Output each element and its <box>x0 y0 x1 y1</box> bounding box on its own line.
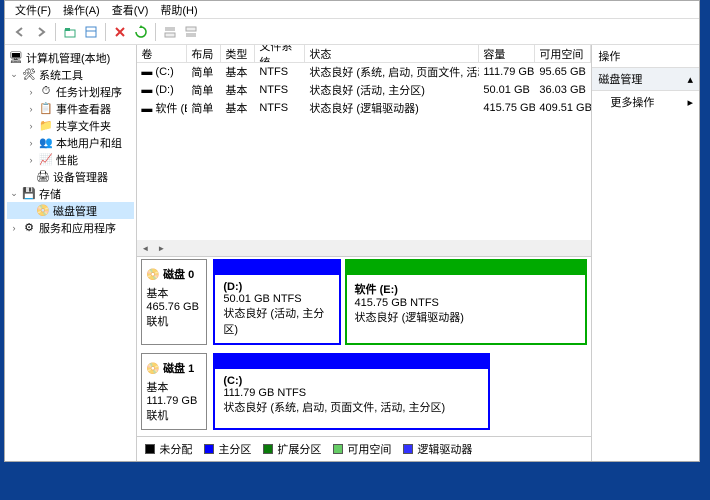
col-vol[interactable]: 卷 <box>137 45 187 62</box>
actions-category[interactable]: 磁盘管理▴ <box>592 68 699 91</box>
h-scrollbar[interactable] <box>137 240 591 256</box>
menu-action[interactable]: 操作(A) <box>59 2 104 18</box>
expander-icon[interactable]: › <box>26 138 36 148</box>
col-status[interactable]: 状态 <box>305 45 479 62</box>
expander-icon[interactable]: › <box>26 121 36 131</box>
event-icon: 📋 <box>39 102 53 116</box>
volume-icon: ▬ <box>141 66 152 78</box>
storage-icon: 💾 <box>22 187 36 201</box>
disk-row-1: 📀磁盘 1 基本111.79 GB联机 (C:)111.79 GB NTFS状态… <box>141 353 587 430</box>
swatch-logical <box>403 444 413 454</box>
partition-e[interactable]: 软件 (E:)415.75 GB NTFS状态良好 (逻辑驱动器) <box>345 259 588 345</box>
col-layout[interactable]: 布局 <box>187 45 221 62</box>
grid-row[interactable]: ▬ (D:)简单基本NTFS状态良好 (活动, 主分区)50.01 GB36.0… <box>137 81 591 99</box>
menu-file[interactable]: 文件(F) <box>11 2 55 18</box>
tree-shared[interactable]: ›📁共享文件夹 <box>7 117 134 134</box>
expander-icon[interactable]: › <box>26 87 36 97</box>
center-pane: 卷 布局 类型 文件系统 状态 容量 可用空间 ▬ (C:)简单基本NTFS状态… <box>137 45 592 461</box>
partition-d[interactable]: (D:)50.01 GB NTFS状态良好 (活动, 主分区) <box>213 259 340 345</box>
refresh-button[interactable] <box>132 23 150 41</box>
tree-event[interactable]: ›📋事件查看器 <box>7 100 134 117</box>
expander-icon[interactable]: › <box>9 223 19 233</box>
grid-row[interactable]: ▬ 软件 (E:)简单基本NTFS状态良好 (逻辑驱动器)415.75 GB40… <box>137 99 591 117</box>
expander-icon[interactable]: › <box>26 104 36 114</box>
tree-services[interactable]: ›⚙服务和应用程序 <box>7 219 134 236</box>
view-button[interactable] <box>82 23 100 41</box>
collapse-icon: ▴ <box>687 73 693 86</box>
actions-more[interactable]: 更多操作▸ <box>592 91 699 113</box>
volume-icon: ▬ <box>141 103 152 115</box>
mmc-window: 文件(F) 操作(A) 查看(V) 帮助(H) 🖥计算机管理(本地) ⌄🛠系统工… <box>4 0 700 462</box>
col-fs[interactable]: 文件系统 <box>255 45 305 62</box>
perf-icon: 📈 <box>39 153 53 167</box>
expander-icon[interactable]: › <box>26 155 36 165</box>
legend: 未分配 主分区 扩展分区 可用空间 逻辑驱动器 <box>137 436 591 461</box>
users-icon: 👥 <box>39 136 53 150</box>
tree-perf[interactable]: ›📈性能 <box>7 151 134 168</box>
col-cap[interactable]: 容量 <box>479 45 535 62</box>
disk-row-0: 📀磁盘 0 基本465.76 GB联机 (D:)50.01 GB NTFS状态良… <box>141 259 587 345</box>
tree-devmgr[interactable]: 🖨设备管理器 <box>7 168 134 185</box>
list-bottom-icon[interactable] <box>182 23 200 41</box>
tree-storage[interactable]: ⌄💾存储 <box>7 185 134 202</box>
disk-icon: 📀 <box>36 204 50 218</box>
nav-tree[interactable]: 🖥计算机管理(本地) ⌄🛠系统工具 ›⏱任务计划程序 ›📋事件查看器 ›📁共享文… <box>5 45 137 461</box>
volume-grid[interactable]: 卷 布局 类型 文件系统 状态 容量 可用空间 ▬ (C:)简单基本NTFS状态… <box>137 45 591 257</box>
disk-icon: 📀 <box>146 362 160 375</box>
folder-icon: 📁 <box>39 119 53 133</box>
tree-users[interactable]: ›👥本地用户和组 <box>7 134 134 151</box>
disk-label[interactable]: 📀磁盘 1 基本111.79 GB联机 <box>141 353 207 430</box>
disk-label[interactable]: 📀磁盘 0 基本465.76 GB联机 <box>141 259 207 345</box>
main-area: 🖥计算机管理(本地) ⌄🛠系统工具 ›⏱任务计划程序 ›📋事件查看器 ›📁共享文… <box>5 45 699 461</box>
device-icon: 🖨 <box>36 170 50 184</box>
expander-icon[interactable]: ⌄ <box>9 69 19 80</box>
services-icon: ⚙ <box>22 221 36 235</box>
swatch-primary <box>204 444 214 454</box>
volume-icon: ▬ <box>141 84 152 96</box>
up-button[interactable] <box>61 23 79 41</box>
grid-row[interactable]: ▬ (C:)简单基本NTFS状态良好 (系统, 启动, 页面文件, 活动, 主分… <box>137 63 591 81</box>
forward-button[interactable] <box>32 23 50 41</box>
actions-pane: 操作 磁盘管理▴ 更多操作▸ <box>592 45 699 461</box>
partition-bar <box>215 355 488 369</box>
tools-icon: 🛠 <box>22 68 36 82</box>
swatch-extended <box>263 444 273 454</box>
menu-view[interactable]: 查看(V) <box>108 2 153 18</box>
tree-diskmgmt[interactable]: 📀磁盘管理 <box>7 202 134 219</box>
actions-title: 操作 <box>592 45 699 68</box>
partition-c[interactable]: (C:)111.79 GB NTFS状态良好 (系统, 启动, 页面文件, 活动… <box>213 353 490 430</box>
delete-button[interactable] <box>111 23 129 41</box>
grid-header[interactable]: 卷 布局 类型 文件系统 状态 容量 可用空间 <box>137 45 591 63</box>
expander-icon[interactable]: ⌄ <box>9 188 19 199</box>
back-button[interactable] <box>11 23 29 41</box>
tree-task[interactable]: ›⏱任务计划程序 <box>7 83 134 100</box>
col-type[interactable]: 类型 <box>221 45 255 62</box>
swatch-free <box>333 444 343 454</box>
computer-icon: 🖥 <box>9 51 23 65</box>
swatch-unalloc <box>145 444 155 454</box>
list-top-icon[interactable] <box>161 23 179 41</box>
tree-systools[interactable]: ⌄🛠系统工具 <box>7 66 134 83</box>
partition-bar <box>215 261 338 275</box>
tree-root[interactable]: 🖥计算机管理(本地) <box>7 49 134 66</box>
toolbar <box>5 19 699 45</box>
menubar: 文件(F) 操作(A) 查看(V) 帮助(H) <box>5 1 699 19</box>
disk-icon: 📀 <box>146 268 160 281</box>
chevron-right-icon: ▸ <box>687 96 693 109</box>
menu-help[interactable]: 帮助(H) <box>156 2 201 18</box>
clock-icon: ⏱ <box>39 85 53 99</box>
partition-bar <box>347 261 586 275</box>
disk-panel: 📀磁盘 0 基本465.76 GB联机 (D:)50.01 GB NTFS状态良… <box>137 257 591 436</box>
col-free[interactable]: 可用空间 <box>535 45 591 62</box>
